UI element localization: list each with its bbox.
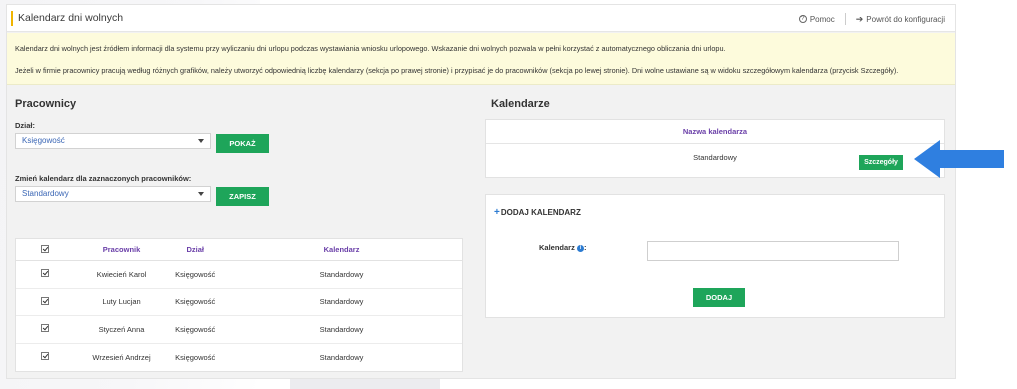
- department-select-value: Księgowość: [22, 136, 65, 145]
- employee-calendar: Standardowy: [319, 352, 364, 362]
- header-calendar[interactable]: Kalendarz: [221, 245, 462, 254]
- employee-department: Księgowość: [175, 269, 216, 279]
- help-link-label: Pomoc: [809, 14, 835, 24]
- row-checkbox[interactable]: [40, 269, 49, 278]
- show-button[interactable]: POKAŻ: [216, 134, 269, 153]
- info-notice: Kalendarz dni wolnych jest źródłem infor…: [7, 33, 955, 85]
- top-links: ? Pomoc ➔ Powrót do konfiguracji: [798, 13, 945, 25]
- employee-department: Księgowość: [175, 324, 216, 334]
- row-checkbox[interactable]: [40, 352, 49, 361]
- table-row: Luty Lucjan Księgowość Standardowy: [16, 289, 462, 316]
- calendar-select[interactable]: Standardowy: [15, 186, 211, 202]
- change-calendar-label: Zmień kalendarz dla zaznaczonych pracown…: [15, 174, 192, 183]
- chevron-down-icon: [198, 192, 204, 196]
- details-button[interactable]: Szczegóły: [859, 155, 903, 170]
- save-button[interactable]: ZAPISZ: [216, 187, 269, 206]
- add-button[interactable]: DODAJ: [693, 288, 745, 307]
- notice-line-1: Kalendarz dni wolnych jest źródłem infor…: [15, 44, 726, 53]
- chevron-down-icon: [198, 139, 204, 143]
- page-frame: Kalendarz dni wolnych ? Pomoc ➔ Powrót d…: [6, 4, 956, 379]
- back-link-label: Powrót do konfiguracji: [866, 14, 945, 24]
- add-calendar-title: +DODAJ KALENDARZ: [494, 207, 581, 218]
- add-calendar-title-text: DODAJ KALENDARZ: [500, 208, 581, 217]
- top-bar: Kalendarz dni wolnych ? Pomoc ➔ Powrót d…: [7, 5, 955, 32]
- calendar-name-header: Nazwa kalendarza: [486, 120, 944, 144]
- calendar-select-value: Standardowy: [22, 189, 69, 198]
- employee-department: Księgowość: [175, 352, 216, 362]
- employee-name: Luty Lucjan: [102, 297, 141, 307]
- calendar-name-input[interactable]: [647, 241, 899, 261]
- table-header: Pracownik Dział Kalendarz: [16, 239, 462, 261]
- employee-calendar: Standardowy: [319, 269, 364, 279]
- employee-department: Księgowość: [175, 297, 216, 307]
- arrow-right-icon: ➔: [855, 13, 864, 24]
- help-link[interactable]: ? Pomoc: [798, 14, 835, 24]
- employees-table: Pracownik Dział Kalendarz Kwiecień Karol…: [15, 238, 463, 372]
- row-checkbox[interactable]: [40, 324, 49, 333]
- divider: [844, 13, 846, 25]
- info-icon[interactable]: i: [576, 244, 584, 252]
- pointer-arrow-icon: [914, 140, 1004, 178]
- calendars-section-title: Kalendarze: [491, 98, 550, 110]
- employee-name: Styczeń Anna: [98, 324, 145, 334]
- department-label: Dział:: [15, 121, 36, 130]
- employee-calendar: Standardowy: [319, 324, 364, 334]
- select-all-checkbox[interactable]: [40, 244, 49, 253]
- row-checkbox[interactable]: [40, 296, 49, 305]
- table-row: Kwiecień Karol Księgowość Standardowy: [16, 261, 462, 289]
- header-department[interactable]: Dział: [169, 245, 221, 254]
- table-row: Wrzesień Andrzej Księgowość Standardowy: [16, 344, 462, 372]
- employee-name: Wrzesień Andrzej: [92, 352, 151, 362]
- employees-section-title: Pracownicy: [15, 98, 77, 110]
- plus-icon: +: [494, 207, 500, 218]
- back-to-config-link[interactable]: ➔ Powrót do konfiguracji: [856, 14, 945, 25]
- page-title: Kalendarz dni wolnych: [11, 11, 123, 26]
- employee-calendar: Standardowy: [319, 297, 364, 307]
- help-icon: ?: [798, 15, 807, 23]
- calendars-list: Nazwa kalendarza Standardowy Szczegóły: [485, 119, 945, 178]
- notice-line-2: Jeżeli w firmie pracownicy pracują wedłu…: [15, 66, 899, 75]
- header-employee[interactable]: Pracownik: [74, 245, 170, 254]
- department-select[interactable]: Księgowość: [15, 133, 211, 149]
- employee-name: Kwiecień Karol: [96, 269, 147, 279]
- add-calendar-panel: +DODAJ KALENDARZ Kalendarz i: DODAJ: [485, 194, 945, 318]
- calendar-field-label: Kalendarz i:: [539, 243, 587, 252]
- calendar-field-label-text: Kalendarz: [539, 243, 575, 252]
- table-row: Styczeń Anna Księgowość Standardowy: [16, 316, 462, 344]
